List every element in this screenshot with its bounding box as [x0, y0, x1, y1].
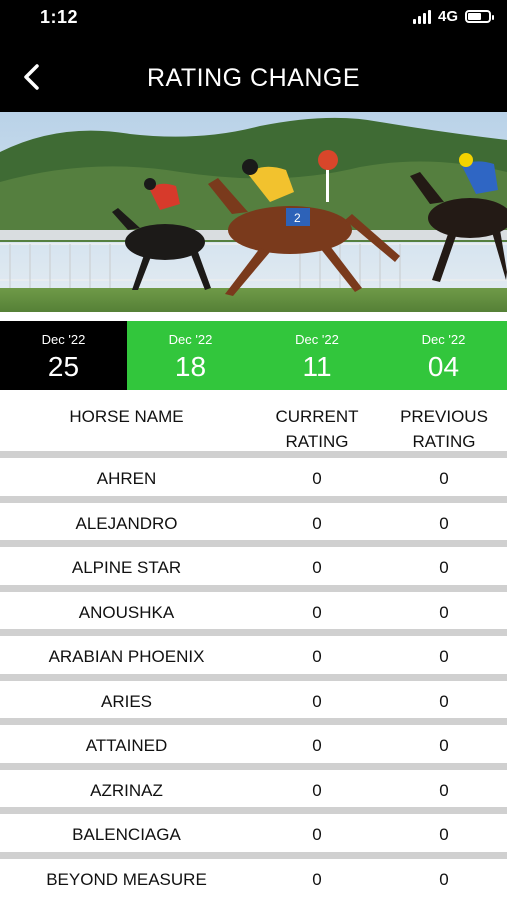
current-rating-cell: 0: [312, 513, 322, 533]
table-row[interactable]: BEYOND MEASURE 0 0: [0, 859, 507, 900]
current-rating-cell: 0: [312, 647, 322, 666]
previous-rating-cell: 0: [439, 780, 449, 800]
previous-rating-cell: 0: [439, 469, 449, 488]
date-tabs: Dec '22 25 Dec '22 18 Dec '22 11 Dec '22…: [0, 318, 507, 390]
table-row[interactable]: AHREN 0 0: [0, 458, 507, 503]
previous-rating-cell: 0: [439, 691, 449, 711]
tab-day: 18: [174, 351, 207, 382]
page-title: RATING CHANGE: [147, 64, 360, 92]
table-header: HORSE NAME CURRENT RATING PREVIOUS RATING: [0, 390, 507, 458]
date-tab-04[interactable]: Dec '22 04: [380, 321, 507, 390]
tab-month: Dec '22: [295, 332, 339, 347]
horse-name-cell: ALPINE STAR: [71, 558, 182, 577]
current-rating-cell: 0: [312, 558, 322, 577]
current-rating-cell: 0: [312, 602, 322, 622]
table-row[interactable]: ANOUSHKA 0 0: [0, 592, 507, 636]
app-header: RATING CHANGE: [0, 36, 507, 112]
table-row[interactable]: ARABIAN PHOENIX 0 0: [0, 636, 507, 681]
horse-name-cell: ARIES: [100, 691, 153, 711]
date-tab-18[interactable]: Dec '22 18: [127, 321, 254, 390]
status-time: 1:12: [40, 7, 79, 27]
tab-month: Dec '22: [421, 332, 466, 347]
previous-rating-cell: 0: [439, 647, 449, 666]
signal-icon: [412, 9, 431, 24]
network-type: 4G: [437, 8, 458, 25]
column-header-previous-rating: PREVIOUS RATING: [400, 407, 488, 451]
tab-month: Dec '22: [41, 332, 86, 347]
previous-rating-cell: 0: [439, 869, 449, 889]
current-rating-cell: 0: [312, 825, 322, 844]
date-tab-25[interactable]: Dec '22 25: [0, 321, 127, 390]
previous-rating-cell: 0: [439, 736, 449, 755]
current-rating-cell: 0: [312, 780, 322, 800]
horse-name-cell: AHREN: [96, 469, 157, 488]
horse-name-cell: ALEJANDRO: [75, 513, 178, 533]
horse-name-cell: ANOUSHKA: [78, 602, 175, 622]
table-row[interactable]: ALEJANDRO 0 0: [0, 503, 507, 547]
column-header-current-rating: CURRENT RATING: [275, 407, 359, 451]
table-row[interactable]: AZRINAZ 0 0: [0, 770, 507, 814]
current-rating-cell: 0: [312, 691, 322, 711]
table-row[interactable]: ATTAINED 0 0: [0, 725, 507, 770]
tab-day: 11: [302, 351, 332, 382]
tab-day: 25: [47, 351, 80, 382]
battery-icon: [465, 10, 494, 23]
previous-rating-cell: 0: [439, 513, 449, 533]
column-header-horse-name: HORSE NAME: [69, 407, 184, 426]
table-body: AHREN 0 0 ALEJANDRO 0 0 ALPINE STAR 0 0 ANOUSHKA 0…: [0, 458, 507, 900]
horse-name-cell: ARABIAN PHOENIX: [48, 647, 205, 666]
previous-rating-cell: 0: [439, 602, 449, 622]
table-row[interactable]: ALPINE STAR 0 0: [0, 547, 507, 592]
horse-name-cell: BEYOND MEASURE: [46, 869, 207, 889]
hero-image: 2: [0, 112, 507, 318]
horse-name-cell: BALENCIAGA: [72, 825, 181, 844]
status-indicators: 4G: [412, 8, 494, 25]
date-tab-11[interactable]: Dec '22 11: [254, 321, 380, 390]
previous-rating-cell: 0: [439, 825, 449, 844]
ratings-table: HORSE NAME CURRENT RATING PREVIOUS RATING …: [0, 390, 507, 900]
status-bar: 1:12 4G: [0, 0, 507, 36]
horse-name-cell: AZRINAZ: [90, 780, 163, 800]
current-rating-cell: 0: [312, 469, 322, 488]
table-row[interactable]: BALENCIAGA 0 0: [0, 814, 507, 859]
svg-text:2: 2: [294, 211, 301, 225]
previous-rating-cell: 0: [439, 558, 449, 577]
tab-month: Dec '22: [168, 332, 213, 347]
horse-name-cell: ATTAINED: [85, 736, 168, 755]
current-rating-cell: 0: [312, 736, 322, 755]
table-row[interactable]: ARIES 0 0: [0, 681, 507, 725]
current-rating-cell: 0: [312, 869, 322, 889]
tab-day: 04: [427, 351, 460, 382]
